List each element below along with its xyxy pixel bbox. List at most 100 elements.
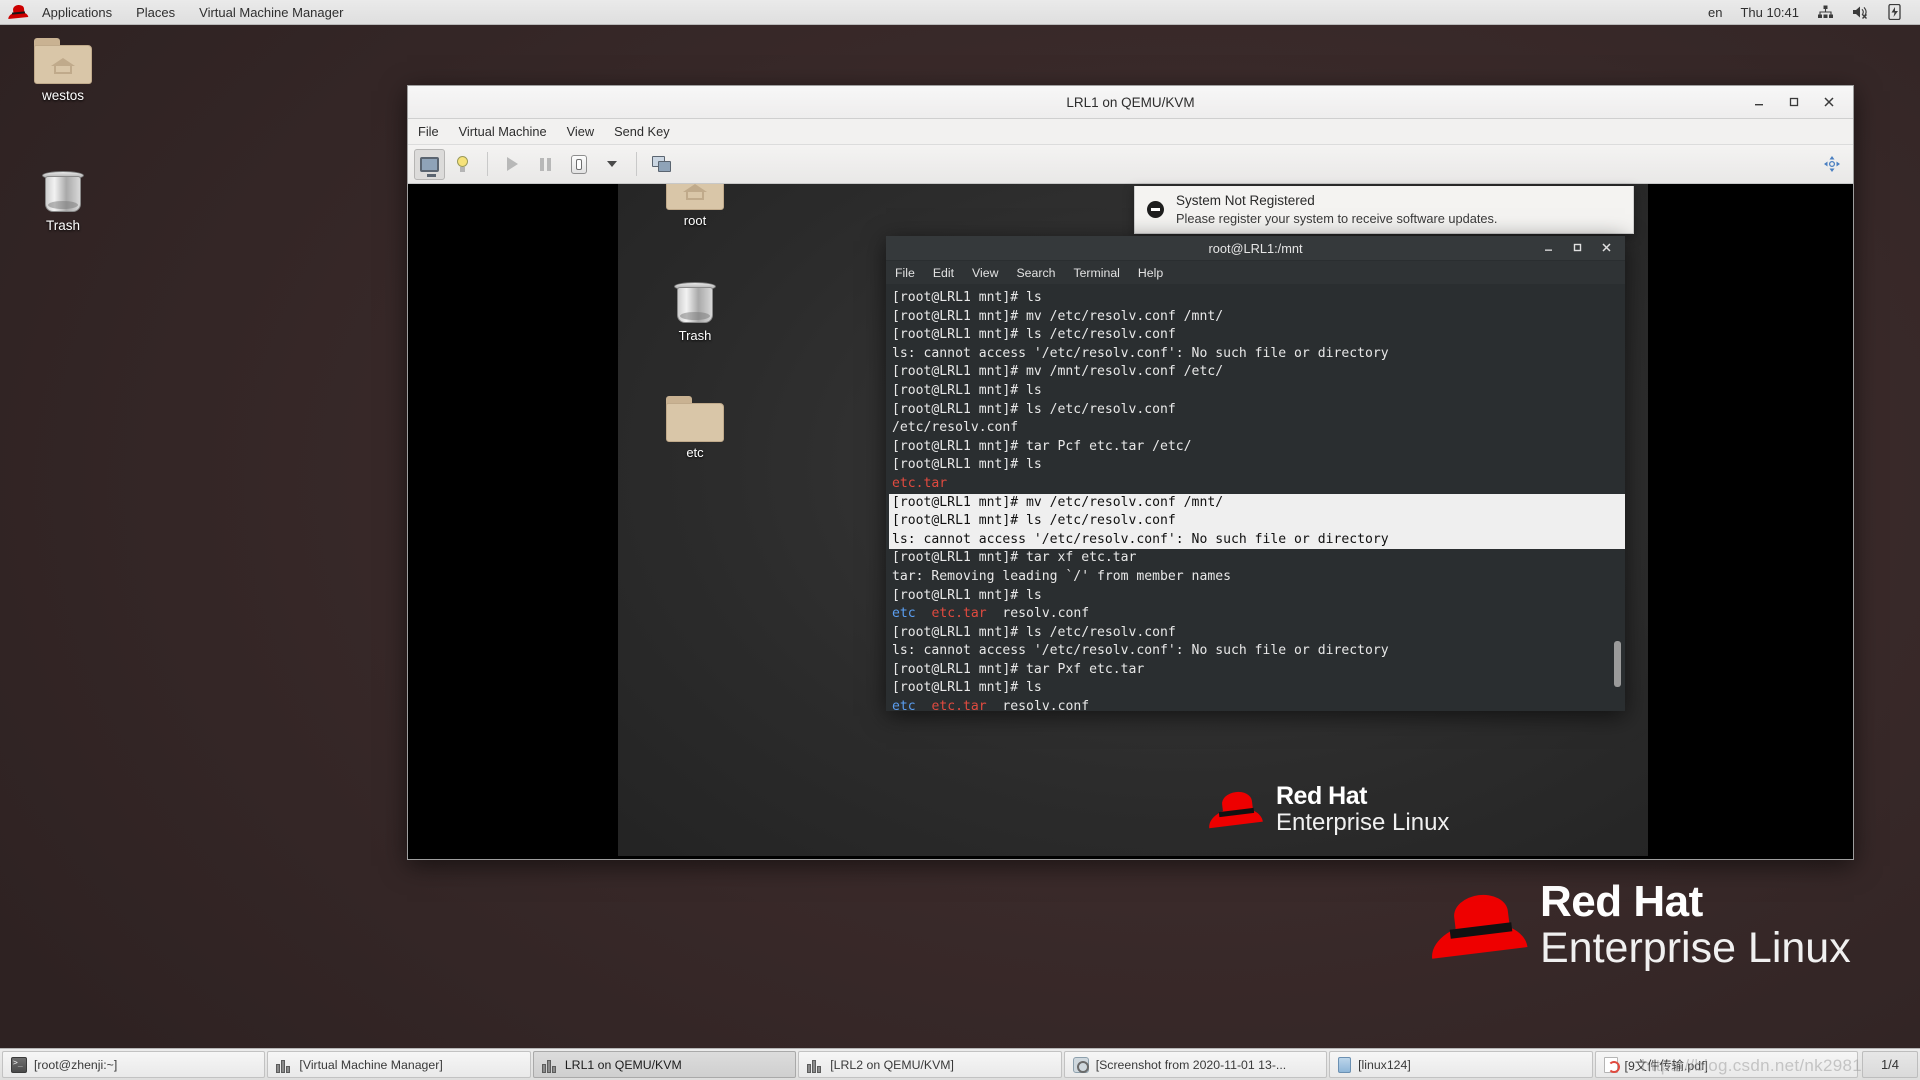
guest-icon-trash[interactable]: Trash	[640, 279, 750, 343]
show-details-button[interactable]	[447, 149, 478, 180]
volume-muted-icon[interactable]	[1843, 0, 1879, 25]
guest-icon-root[interactable]: root	[640, 184, 750, 228]
terminal-menu-view[interactable]: View	[963, 261, 1007, 284]
terminal-scrollbar[interactable]	[1611, 284, 1623, 711]
terminal-close-button[interactable]	[1601, 242, 1612, 255]
terminal-menu-file[interactable]: File	[886, 261, 924, 284]
show-console-button[interactable]	[414, 148, 445, 180]
vm-toolbar[interactable]	[408, 145, 1853, 184]
terminal-line: [root@LRL1 mnt]# mv /etc/resolv.conf /mn…	[892, 308, 1224, 324]
terminal-menu-terminal[interactable]: Terminal	[1064, 261, 1128, 284]
terminal-line: [root@LRL1 mnt]# ls /etc/resolv.conf	[889, 512, 1625, 531]
power-icon	[570, 154, 587, 174]
play-icon	[507, 157, 518, 171]
terminal-menubar[interactable]: File Edit View Search Terminal Help	[886, 261, 1625, 284]
network-icon[interactable]	[1808, 0, 1843, 25]
terminal-line: etc.tar	[892, 475, 948, 491]
vm-minimize-button[interactable]	[1751, 94, 1767, 110]
lightbulb-icon	[456, 155, 469, 173]
terminal-maximize-button[interactable]	[1572, 242, 1583, 255]
taskbar-item[interactable]: [root@zhenji:~]	[2, 1051, 266, 1078]
terminal-minimize-button[interactable]	[1543, 242, 1554, 255]
terminal-menu-edit[interactable]: Edit	[924, 261, 963, 284]
menu-applications[interactable]: Applications	[30, 0, 124, 25]
terminal-menu-help[interactable]: Help	[1129, 261, 1172, 284]
vm-maximize-button[interactable]	[1786, 94, 1802, 110]
terminal-line: ls: cannot access '/etc/resolv.conf': No…	[892, 643, 1389, 659]
menu-virtual-machine-manager[interactable]: Virtual Machine Manager	[187, 0, 355, 25]
vm-menu-send-key[interactable]: Send Key	[604, 119, 680, 145]
terminal-line: [root@LRL1 mnt]# ls	[892, 680, 1042, 696]
terminal-window-controls	[1543, 242, 1625, 255]
taskbar-item-label: [Screenshot from 2020-11-01 13-...	[1095, 1057, 1287, 1072]
terminal-line: [root@LRL1 mnt]# ls	[892, 290, 1042, 305]
terminal-line: [root@LRL1 mnt]# mv /etc/resolv.conf /mn…	[889, 493, 1625, 513]
terminal-line: [root@LRL1 mnt]# ls /etc/resolv.conf	[892, 327, 1176, 343]
terminal-menu-search[interactable]: Search	[1007, 261, 1064, 284]
redhat-line2: Enterprise Linux	[1540, 924, 1851, 972]
guest-icon-label: Trash	[678, 328, 712, 343]
taskbar-item[interactable]: [Virtual Machine Manager]	[267, 1051, 531, 1078]
desktop-icon-trash[interactable]: Trash	[8, 168, 118, 233]
terminal-icon	[11, 1056, 27, 1073]
vm-window-title: LRL1 on QEMU/KVM	[1066, 94, 1195, 110]
pause-button[interactable]	[530, 149, 561, 180]
terminal-titlebar[interactable]: root@LRL1:/mnt	[886, 236, 1625, 261]
toolbar-separator	[636, 152, 637, 176]
terminal-scrollbar-thumb[interactable]	[1614, 641, 1621, 687]
run-button[interactable]	[497, 149, 528, 180]
taskbar-item-label: [9文件传输.pdf]	[1624, 1058, 1708, 1073]
terminal-window[interactable]: root@LRL1:/mnt File Edit View Search Ter…	[886, 236, 1625, 711]
terminal-line: [root@LRL1 mnt]# tar xf etc.tar	[892, 550, 1137, 566]
taskbar[interactable]: [root@zhenji:~] [Virtual Machine Manager]…	[0, 1048, 1920, 1080]
taskbar-item[interactable]: LRL1 on QEMU/KVM	[532, 1051, 797, 1078]
taskbar-item[interactable]: [9文件传输.pdf]	[1594, 1051, 1858, 1078]
redhat-line1: Red Hat	[1540, 877, 1703, 926]
trash-icon	[41, 168, 85, 214]
terminal-title: root@LRL1:/mnt	[1208, 240, 1303, 256]
battery-icon[interactable]	[1879, 0, 1912, 25]
shutdown-button[interactable]	[563, 149, 594, 180]
taskbar-item[interactable]: [linux124]	[1329, 1051, 1593, 1078]
shutdown-menu-button[interactable]	[596, 149, 627, 180]
terminal-line: [root@LRL1 mnt]# ls /etc/resolv.conf	[892, 624, 1176, 640]
clock[interactable]: Thu 10:41	[1731, 0, 1808, 25]
system-notification[interactable]: System Not Registered Please register yo…	[1134, 186, 1634, 234]
menu-places[interactable]: Places	[124, 0, 187, 25]
home-folder-icon	[666, 184, 724, 210]
vmm-icon	[807, 1057, 823, 1073]
terminal-output[interactable]: [root@LRL1 mnt]# ls [root@LRL1 mnt]# mv /…	[886, 284, 1625, 711]
redhat-line1: Red Hat	[1276, 782, 1367, 810]
vm-menubar[interactable]: File Virtual Machine View Send Key	[408, 119, 1853, 145]
top-panel-tray: en Thu 10:41	[1699, 0, 1920, 25]
keyboard-layout-indicator[interactable]: en	[1699, 0, 1731, 25]
terminal-line: [root@LRL1 mnt]# ls	[892, 382, 1042, 398]
redhat-wordmark: Red Hat Enterprise Linux	[1540, 877, 1851, 973]
fullscreen-button[interactable]	[1823, 155, 1841, 173]
blocked-icon	[1147, 201, 1164, 218]
taskbar-item-label: [Virtual Machine Manager]	[299, 1057, 443, 1072]
vm-window-titlebar[interactable]: LRL1 on QEMU/KVM	[408, 86, 1853, 119]
vm-menu-view[interactable]: View	[557, 119, 605, 145]
taskbar-item[interactable]: [LRL2 on QEMU/KVM]	[798, 1051, 1062, 1078]
guest-icon-etc[interactable]: etc	[640, 396, 750, 460]
toolbar-separator	[487, 152, 488, 176]
notification-text: System Not Registered Please register yo…	[1176, 193, 1498, 226]
desktop-icon-westos[interactable]: westos	[8, 38, 118, 103]
pdf-icon	[1603, 1056, 1620, 1073]
vm-menu-file[interactable]: File	[408, 119, 449, 145]
vmm-icon	[276, 1057, 292, 1073]
snapshots-button[interactable]	[646, 149, 677, 180]
terminal-line: tar: Removing leading `/' from member na…	[892, 568, 1231, 584]
taskbar-item[interactable]: [Screenshot from 2020-11-01 13-...	[1063, 1051, 1328, 1078]
guest-redhat-branding: Red Hat Enterprise Linux	[1207, 782, 1450, 836]
chevron-down-icon	[606, 161, 617, 167]
snapshot-icon	[651, 155, 672, 173]
redhat-hat-icon	[1428, 891, 1528, 961]
top-panel: Applications Places Virtual Machine Mana…	[0, 0, 1920, 25]
redhat-line2: Enterprise Linux	[1276, 809, 1450, 836]
terminal-line: /etc/resolv.conf	[892, 420, 1019, 436]
vm-menu-virtual-machine[interactable]: Virtual Machine	[449, 119, 557, 145]
vm-close-button[interactable]	[1821, 94, 1837, 110]
workspace-indicator[interactable]: 1/4	[1862, 1051, 1918, 1078]
